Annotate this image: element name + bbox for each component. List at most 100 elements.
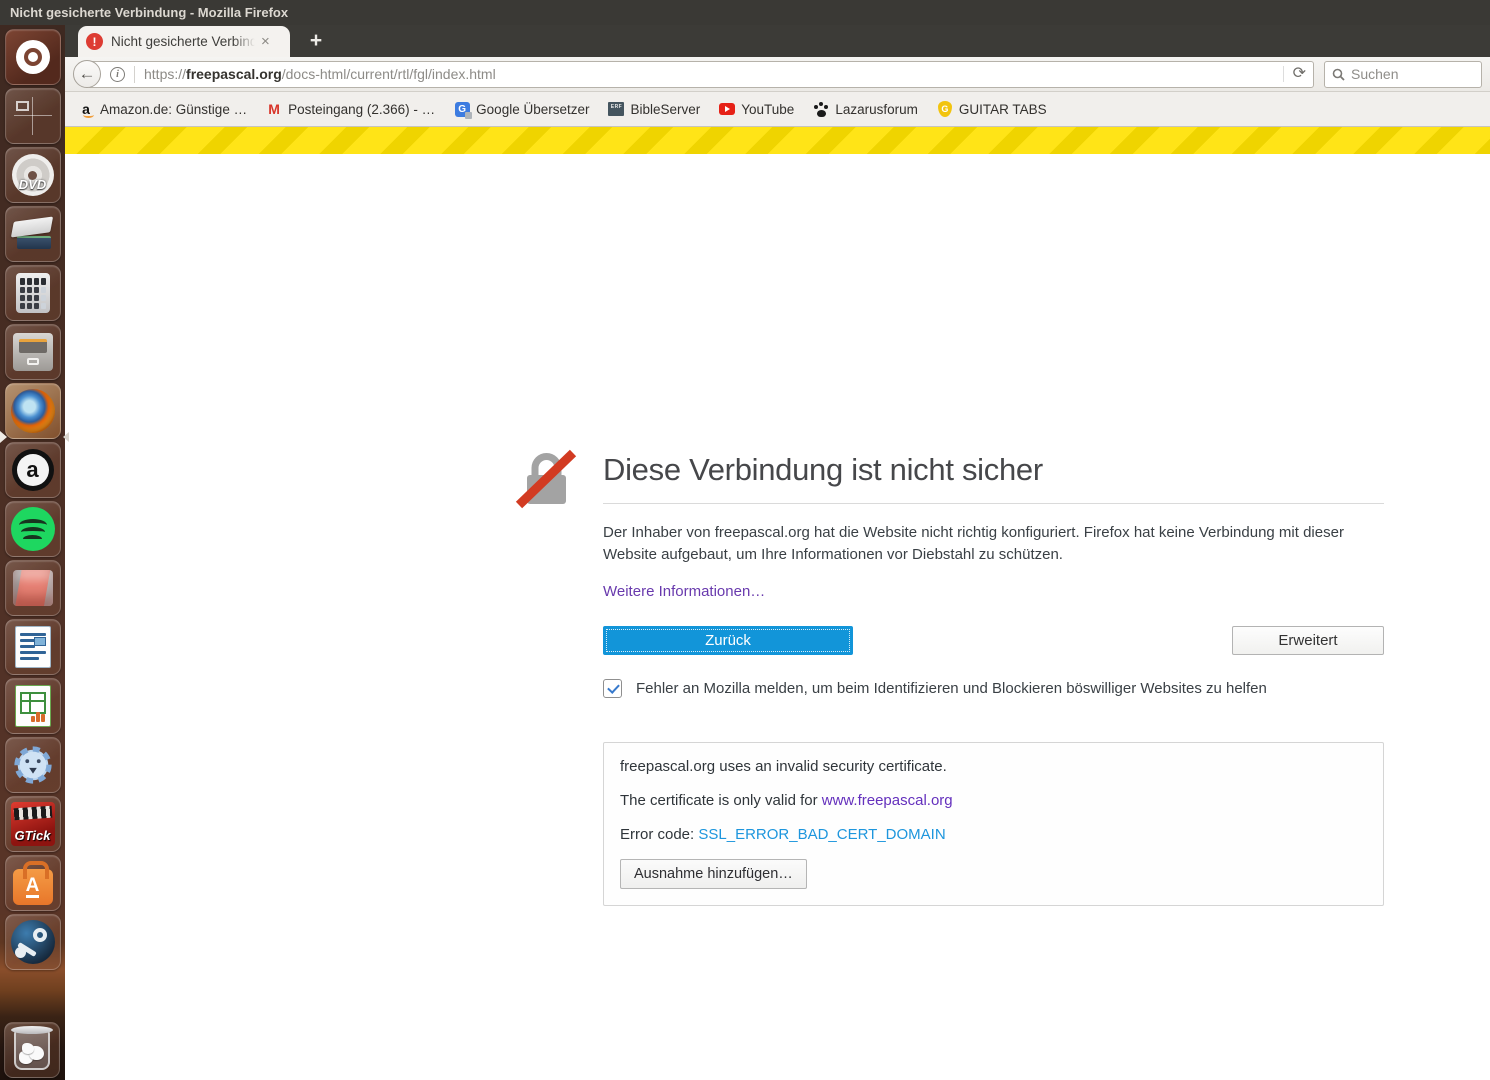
launcher-item-gtick[interactable]: GTick [5,796,61,852]
cert-error-page: Diese Verbindung ist nicht sicher Der In… [603,452,1384,906]
warning-stripe-banner [65,127,1490,154]
launcher-item-dvd-player[interactable]: DVD [5,147,61,203]
calculator-icon [16,273,50,313]
error-code-text: Error code: SSL_ERROR_BAD_CERT_DOMAIN [620,826,1367,843]
bookmark-label: Amazon.de: Günstige … [100,102,247,117]
cert-valid-for-text: The certificate is only valid for www.fr… [620,792,1367,809]
url-domain: freepascal.org [186,66,282,82]
launcher-item-lazarus[interactable] [5,737,61,793]
bookmark-bibleserver[interactable]: ERF BibleServer [608,101,700,117]
bookmark-youtube[interactable]: YouTube [719,101,794,117]
scanner-icon [13,219,53,249]
launcher-item-trash[interactable] [4,1022,60,1078]
back-button[interactable]: ← [73,60,101,88]
bibleserver-icon: ERF [608,101,624,117]
bookmark-lazarusforum[interactable]: Lazarusforum [813,101,918,117]
paw-icon [813,101,829,117]
unity-launcher: DVD a [0,25,65,1080]
cert-invalid-text: freepascal.org uses an invalid security … [620,758,1367,775]
insecure-lock-icon [515,449,577,509]
error-code-link[interactable]: SSL_ERROR_BAD_CERT_DOMAIN [698,826,945,843]
bookmark-label: GUITAR TABS [959,102,1047,117]
amazon-icon: a [78,101,94,117]
writer-document-icon [15,626,51,668]
page-content: Diese Verbindung ist nicht sicher Der In… [65,127,1490,1080]
dvd-disc-icon: DVD [12,154,54,196]
steam-icon [11,920,55,964]
tab-close-icon[interactable]: × [261,34,270,49]
bookmark-label: Posteingang (2.366) - … [288,102,435,117]
active-app-arrow-left [0,431,13,443]
certificate-details-panel: freepascal.org uses an invalid security … [603,742,1384,906]
action-buttons-row: Zurück Erweitert [603,626,1384,655]
workspace-grid-icon [14,97,52,135]
active-app-arrow-right [58,432,69,442]
error-description: Der Inhaber von freepascal.org hat die W… [603,522,1384,566]
url-text: https://freepascal.org/docs-html/current… [144,66,496,82]
firefox-window: ! Nicht gesicherte Verbindung × + ← i ht… [65,25,1490,1080]
calc-spreadsheet-icon [15,685,51,727]
firefox-icon [11,389,55,433]
launcher-item-spotify[interactable] [5,501,61,557]
navigation-bar: ← i https://freepascal.org/docs-html/cur… [65,57,1490,92]
tab-insecure-connection[interactable]: ! Nicht gesicherte Verbindung × [78,26,290,57]
launcher-item-workspace-switcher[interactable] [5,88,61,144]
ubuntu-logo-icon [16,40,50,74]
page-title: Diese Verbindung ist nicht sicher [603,452,1384,488]
bookmark-label: YouTube [741,102,794,117]
bookmark-label: Google Übersetzer [476,102,589,117]
launcher-item-steam[interactable] [5,914,61,970]
media-player-icon [13,570,53,606]
gmail-icon: M [266,101,282,117]
learn-more-link[interactable]: Weitere Informationen… [603,583,765,600]
tab-bar: ! Nicht gesicherte Verbindung × + [65,25,1490,57]
google-translate-icon: G [454,101,470,117]
add-exception-button[interactable]: Ausnahme hinzufügen… [620,859,807,889]
tab-title: Nicht gesicherte Verbindung [111,34,259,49]
youtube-icon [719,101,735,117]
launcher-item-calculator[interactable] [5,265,61,321]
report-error-row: Fehler an Mozilla melden, um beim Identi… [603,679,1384,698]
desktop-title-bar: Nicht gesicherte Verbindung - Mozilla Fi… [0,0,1490,25]
bookmark-label: BibleServer [630,102,700,117]
launcher-item-libreoffice-writer[interactable] [5,619,61,675]
reload-icon[interactable]: ⟳ [1283,66,1306,82]
spotify-icon [11,507,55,551]
bookmark-guitar-tabs[interactable]: G GUITAR TABS [937,101,1047,117]
guitar-pick-icon: G [937,101,953,117]
report-error-label: Fehler an Mozilla melden, um beim Identi… [636,680,1267,697]
search-box[interactable] [1324,61,1482,88]
bookmarks-toolbar: a Amazon.de: Günstige … M Posteingang (2… [65,92,1490,127]
launcher-item-scanner[interactable] [5,206,61,262]
url-separator [134,66,135,83]
launcher-item-ubuntu-dash[interactable] [5,29,61,85]
bookmark-posteingang[interactable]: M Posteingang (2.366) - … [266,101,435,117]
new-tab-button[interactable]: + [298,28,334,55]
bookmark-amazon[interactable]: a Amazon.de: Günstige … [78,101,247,117]
url-path: /docs-html/current/rtl/fgl/index.html [282,66,496,82]
tab-error-icon: ! [86,33,103,50]
window-title: Nicht gesicherte Verbindung - Mozilla Fi… [10,5,288,20]
amazon-icon: a [12,449,54,491]
go-back-button[interactable]: Zurück [603,626,853,655]
search-icon [1332,68,1345,81]
page-info-icon[interactable]: i [110,67,125,82]
advanced-button[interactable]: Erweitert [1232,626,1384,655]
launcher-item-media-player[interactable] [5,560,61,616]
report-error-checkbox[interactable] [603,679,622,698]
launcher-item-software-center[interactable]: A [5,855,61,911]
launcher-item-libreoffice-calc[interactable] [5,678,61,734]
url-scheme: https:// [144,66,186,82]
bookmark-google-uebersetzer[interactable]: G Google Übersetzer [454,101,589,117]
launcher-item-amazon[interactable]: a [5,442,61,498]
gtick-icon: GTick [11,802,55,846]
url-bar[interactable]: i https://freepascal.org/docs-html/curre… [87,61,1314,88]
bookmark-label: Lazarusforum [835,102,918,117]
software-center-icon: A [13,869,53,905]
trash-icon [14,1030,50,1070]
valid-domain-link[interactable]: www.freepascal.org [822,792,953,809]
file-drawer-icon [13,333,53,371]
search-input[interactable] [1351,66,1461,82]
title-divider [603,503,1384,504]
launcher-item-file-drawer[interactable] [5,324,61,380]
